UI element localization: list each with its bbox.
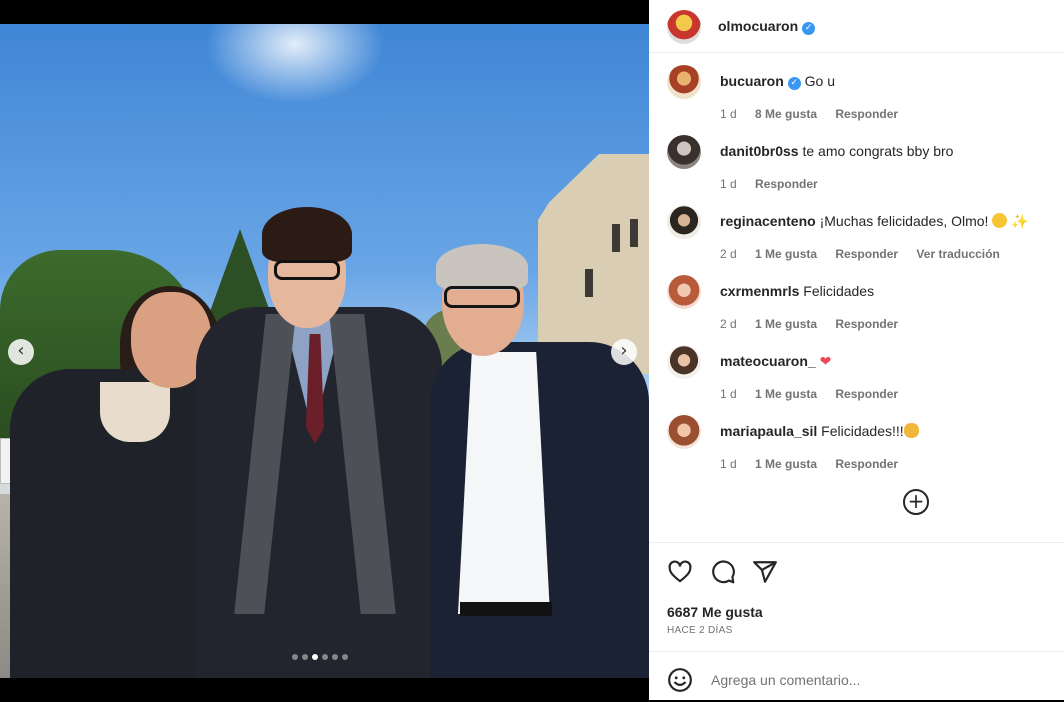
chevron-right-icon[interactable]: ›	[611, 339, 637, 365]
clapping-hands-icon	[903, 423, 919, 438]
comment-text: Felicidades	[803, 283, 875, 299]
comment-time[interactable]: 1 d	[720, 177, 737, 191]
carousel-dot	[332, 654, 338, 660]
comment-item: danit0br0ss te amo congrats bby bro 1 d …	[649, 135, 1064, 195]
person-right-glasses	[444, 286, 520, 308]
reply-button[interactable]: Responder	[755, 177, 818, 191]
comment-item: mariapaula_sil Felicidades!!! 1 d 1 Me g…	[649, 415, 1064, 475]
comment-meta: 1 d 1 Me gusta Responder	[720, 387, 913, 401]
person-center-glasses	[274, 260, 340, 280]
heart-icon[interactable]	[667, 559, 693, 585]
sparkles-icon: ✨	[1011, 214, 1029, 230]
verified-badge-icon: ✓	[787, 77, 801, 90]
comment-meta: 1 d 8 Me gusta Responder	[720, 107, 913, 121]
comment-time[interactable]: 2 d	[720, 247, 737, 261]
comment-body: reginacenteno ¡Muchas felicidades, Olmo!…	[720, 212, 1060, 231]
carousel-dot	[292, 654, 298, 660]
avatar[interactable]	[667, 275, 701, 309]
post-header: olmocuaron ✓	[649, 0, 1064, 53]
comment-username[interactable]: danit0br0ss	[720, 143, 799, 159]
avatar[interactable]	[667, 135, 701, 169]
reply-button[interactable]: Responder	[835, 107, 898, 121]
carousel-indicator	[292, 654, 348, 660]
post-photo[interactable]	[0, 24, 649, 678]
avatar[interactable]	[667, 345, 701, 379]
avatar[interactable]	[667, 65, 701, 99]
plus-circle-icon[interactable]: +	[903, 489, 929, 515]
comment-body: mateocuaron_ ❤	[720, 352, 1060, 371]
comment-item: mateocuaron_ ❤ 1 d 1 Me gusta Responder	[649, 345, 1064, 405]
comment-input[interactable]	[709, 668, 1043, 692]
person-right-shirt	[458, 352, 550, 614]
avatar[interactable]	[667, 415, 701, 449]
comment-username[interactable]: reginacenteno	[720, 213, 816, 229]
building-window	[585, 269, 593, 297]
person-right-hair	[436, 244, 528, 290]
building	[538, 154, 649, 374]
comment-time[interactable]: 1 d	[720, 387, 737, 401]
comment-time[interactable]: 1 d	[720, 107, 737, 121]
red-heart-icon: ❤	[819, 354, 832, 370]
carousel-dot	[312, 654, 318, 660]
comment-username[interactable]: bucuaron	[720, 73, 784, 89]
comment-text: Felicidades!!!	[821, 423, 904, 439]
comment-time[interactable]: 1 d	[720, 457, 737, 471]
avatar[interactable]	[667, 205, 701, 239]
share-icon[interactable]	[752, 559, 778, 585]
comment-username[interactable]: mateocuaron_	[720, 353, 816, 369]
comment-meta: 2 d 1 Me gusta Responder	[720, 317, 913, 331]
comment-body: bucuaron ✓ Go u	[720, 72, 1060, 90]
post-author: olmocuaron ✓	[718, 18, 816, 36]
comment-body: mariapaula_sil Felicidades!!!	[720, 422, 1060, 440]
comment-item: reginacenteno ¡Muchas felicidades, Olmo!…	[649, 205, 1064, 265]
avatar[interactable]	[667, 10, 701, 44]
comment-composer	[649, 651, 1064, 702]
comment-likes[interactable]: 8 Me gusta	[755, 107, 817, 121]
comment-meta: 2 d 1 Me gusta Responder Ver traducción	[720, 247, 1015, 261]
post-media: ‹ ›	[0, 0, 649, 700]
comment-text: te amo congrats bby bro	[802, 143, 954, 159]
post-timestamp: HACE 2 DÍAS	[667, 625, 733, 636]
comment-likes[interactable]: 1 Me gusta	[755, 247, 817, 261]
reply-button[interactable]: Responder	[835, 387, 898, 401]
sun-glare	[205, 24, 385, 104]
carousel-dot	[342, 654, 348, 660]
comment-item: bucuaron ✓ Go u 1 d 8 Me gusta Responder	[649, 65, 1064, 125]
verified-badge-icon: ✓	[802, 22, 816, 35]
person-right-belt	[460, 602, 552, 616]
reply-button[interactable]: Responder	[835, 317, 898, 331]
author-username[interactable]: olmocuaron	[718, 18, 798, 34]
chevron-left-icon[interactable]: ‹	[8, 339, 34, 365]
comment-time[interactable]: 2 d	[720, 317, 737, 331]
smile-icon[interactable]	[667, 667, 693, 693]
reply-button[interactable]: Responder	[835, 247, 898, 261]
post-actions: 6687 Me gusta HACE 2 DÍAS	[649, 542, 1064, 701]
carousel-dot	[302, 654, 308, 660]
reply-button[interactable]: Responder	[835, 457, 898, 471]
comment-meta: 1 d 1 Me gusta Responder	[720, 457, 913, 471]
likes-count[interactable]: 6687 Me gusta	[667, 604, 763, 620]
comment-username[interactable]: mariapaula_sil	[720, 423, 817, 439]
person-center-hair	[262, 207, 352, 262]
comment-username[interactable]: cxrmenmrls	[720, 283, 799, 299]
emoji-icon	[992, 213, 1008, 228]
building-window	[612, 224, 620, 252]
carousel-dot	[322, 654, 328, 660]
comment-text: ¡Muchas felicidades, Olmo!	[819, 213, 989, 229]
comment-body: danit0br0ss te amo congrats bby bro	[720, 142, 1060, 160]
comment-likes[interactable]: 1 Me gusta	[755, 457, 817, 471]
person-left-collar	[100, 382, 170, 442]
comment-likes[interactable]: 1 Me gusta	[755, 317, 817, 331]
comment-body: cxrmenmrls Felicidades	[720, 282, 1060, 300]
translate-button[interactable]: Ver traducción	[916, 247, 999, 261]
post-side-panel: olmocuaron ✓ bucuaron ✓ Go u 1 d 8 Me gust…	[649, 0, 1064, 700]
comment-text: Go u	[804, 73, 836, 89]
comment-icon[interactable]	[710, 559, 736, 585]
comment-likes[interactable]: 1 Me gusta	[755, 387, 817, 401]
building-window	[630, 219, 638, 247]
comment-meta: 1 d Responder	[720, 177, 833, 191]
comment-item: cxrmenmrls Felicidades 2 d 1 Me gusta Re…	[649, 275, 1064, 335]
